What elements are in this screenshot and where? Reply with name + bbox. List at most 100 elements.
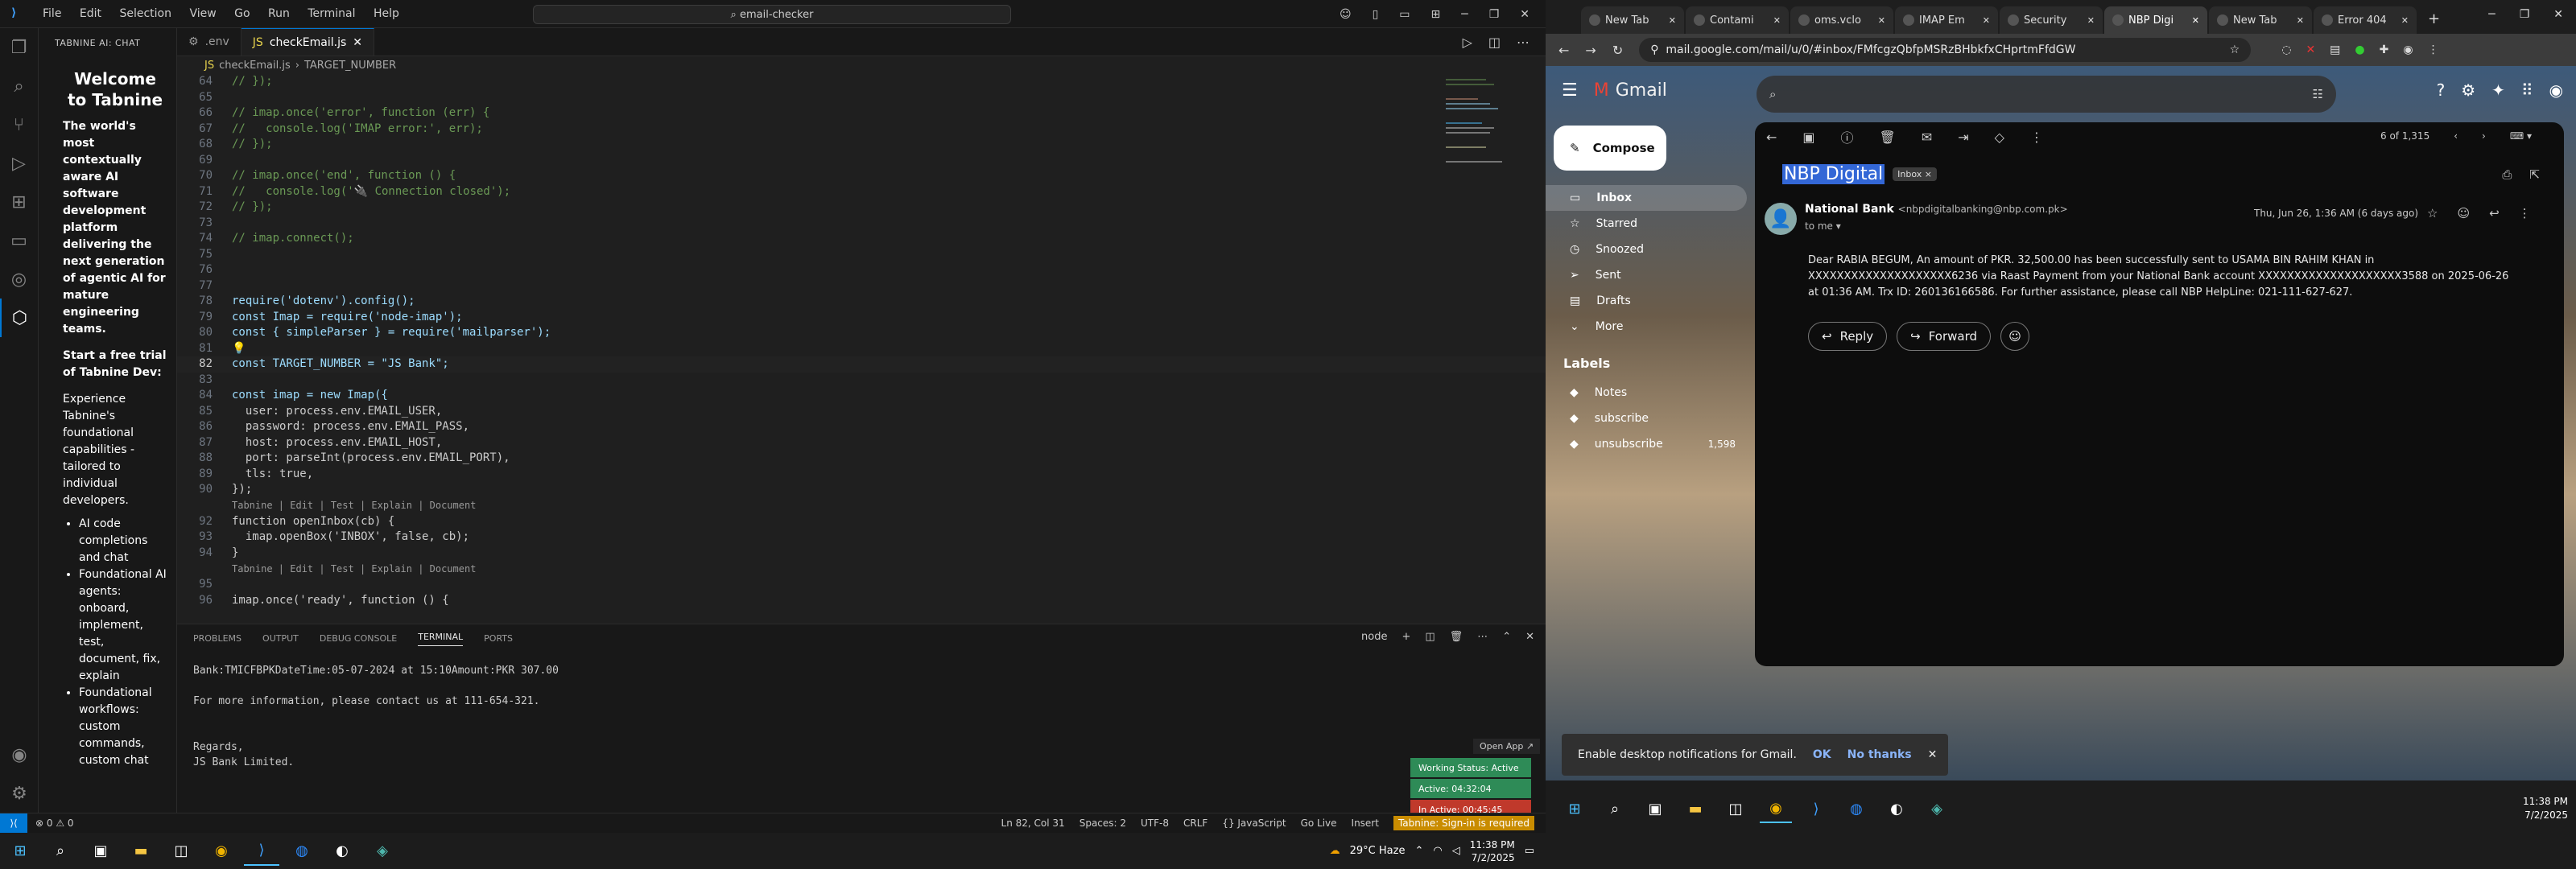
code-line[interactable]: 94} (177, 546, 1546, 562)
vscode-icon[interactable]: ⟩ (1800, 794, 1832, 823)
run-debug-icon[interactable]: ▷ (0, 144, 38, 183)
maximize-icon[interactable]: ❐ (2520, 8, 2530, 21)
report-spam-icon[interactable]: ⓘ (1841, 127, 1854, 146)
close-tab-icon[interactable]: ✕ (2401, 15, 2409, 26)
puzzle-icon[interactable]: ✚ (2380, 43, 2389, 56)
address-bar[interactable]: ⚲ mail.google.com/mail/u/0/#inbox/FMfcgz… (1639, 38, 2252, 62)
tab-debug-console[interactable]: DEBUG CONSOLE (320, 633, 397, 644)
code-line[interactable]: 69 (177, 153, 1546, 169)
search-icon[interactable]: ⌕ (1599, 794, 1631, 823)
store-icon[interactable]: ◫ (163, 837, 199, 866)
clock[interactable]: 11:38 PM 7/2/2025 (2523, 795, 2568, 822)
tab-checkemail[interactable]: JS checkEmail.js ✕ (241, 28, 375, 56)
filter-options-icon[interactable]: ☷ (2313, 87, 2336, 101)
emoji-react-icon[interactable]: ☺ (2457, 206, 2470, 220)
code-line[interactable]: 92 function openInbox(cb) { (177, 514, 1546, 530)
wifi-icon[interactable]: ◠ (1433, 845, 1442, 857)
nav-item-drafts[interactable]: ▤ Drafts (1546, 288, 1747, 314)
code-line[interactable]: 88 port: parseInt(process.env.EMAIL_PORT… (177, 451, 1546, 467)
notification-icon[interactable]: ▭ (1525, 845, 1534, 857)
star-icon[interactable]: ☆ (2427, 206, 2438, 220)
code-line[interactable]: 64 // }); (177, 74, 1546, 90)
menu-terminal[interactable]: Terminal (308, 7, 355, 20)
menu-run[interactable]: Run (268, 7, 290, 20)
tabnine-icon[interactable]: ⬡ (0, 299, 38, 337)
minimize-icon[interactable]: ─ (2488, 8, 2495, 21)
code-line[interactable]: 87 host: process.env.EMAIL_HOST, (177, 435, 1546, 451)
chevron-up-icon[interactable]: ⌃ (1414, 845, 1423, 857)
code-line[interactable]: 93 imap.openBox('INBOX', false, cb); (177, 529, 1546, 546)
code-line[interactable]: 86 password: process.env.EMAIL_PASS, (177, 419, 1546, 435)
close-tab-icon[interactable]: ✕ (2192, 15, 2199, 26)
more-icon[interactable]: ⋯ (1477, 631, 1488, 643)
print-icon[interactable]: ⎙ (2502, 167, 2512, 182)
forward-icon[interactable]: → (1585, 43, 1596, 58)
windows-start-icon[interactable]: ⊞ (2, 837, 38, 866)
app-icon[interactable]: ◐ (324, 837, 360, 866)
app-icon[interactable]: ◈ (365, 837, 400, 866)
remote-indicator-icon[interactable]: ⟩⟨ (0, 813, 27, 833)
nav-item-sent[interactable]: ➢ Sent (1546, 262, 1747, 288)
extension-icon[interactable]: ✕ (2306, 43, 2315, 56)
open-app-button[interactable]: Open App ↗ (1473, 739, 1541, 754)
code-line[interactable]: 89 tls: true, (177, 467, 1546, 483)
app-icon[interactable]: ◈ (1921, 794, 1953, 823)
label-item[interactable]: ◆ subscribe (1546, 406, 1747, 431)
close-tab-icon[interactable]: ✕ (1669, 15, 1676, 26)
tab-problems[interactable]: PROBLEMS (193, 633, 242, 644)
maximize-icon[interactable]: ❐ (1489, 8, 1500, 21)
split-editor-icon[interactable]: ◫ (1488, 35, 1501, 50)
code-line[interactable]: 67 // console.log('IMAP error:', err); (177, 121, 1546, 138)
settings-gear-icon[interactable]: ⚙ (0, 774, 39, 813)
account-icon[interactable]: ◉ (0, 735, 39, 774)
label-item[interactable]: ◆ Notes (1546, 380, 1747, 406)
toast-ok-button[interactable]: OK (1813, 748, 1831, 761)
source-control-icon[interactable]: ⑂ (0, 105, 38, 144)
tab-env[interactable]: ⚙ .env (177, 28, 242, 56)
terminal-shell-label[interactable]: node (1361, 631, 1387, 643)
browser-tab[interactable]: NBP Digi ✕ (2104, 6, 2207, 34)
code-editor[interactable]: 64 // }); 65 66 // imap.once('error', functi… (177, 74, 1546, 608)
split-terminal-icon[interactable]: ◫ (1425, 631, 1435, 643)
clock[interactable]: 11:38 PM 7/2/2025 (1470, 838, 1515, 864)
remote-icon[interactable]: ▭ (0, 221, 38, 260)
code-line[interactable]: 76 (177, 262, 1546, 278)
browser-tab[interactable]: oms.vclo ✕ (1790, 6, 1893, 34)
code-line[interactable]: 83 (177, 373, 1546, 389)
back-arrow-icon[interactable]: ← (1766, 130, 1777, 145)
indentation[interactable]: Spaces: 2 (1080, 818, 1126, 829)
delete-icon[interactable]: 🗑 (1880, 130, 1896, 145)
breadcrumb-symbol[interactable]: TARGET_NUMBER (304, 60, 396, 72)
browser-tab[interactable]: Contami ✕ (1686, 6, 1789, 34)
minimize-icon[interactable]: ─ (1461, 8, 1468, 21)
zoom-icon[interactable]: ◍ (1840, 794, 1872, 823)
vscode-icon[interactable]: ⟩ (244, 837, 279, 866)
weather-text[interactable]: 29°C Haze (1350, 845, 1406, 857)
windows-start-icon[interactable]: ⊞ (1558, 794, 1591, 823)
file-explorer-icon[interactable]: ▬ (123, 837, 159, 866)
new-tab-icon[interactable]: + (2418, 10, 2450, 34)
browser-tab[interactable]: IMAP Em ✕ (1895, 6, 1998, 34)
nav-item-inbox[interactable]: ▭ Inbox (1546, 185, 1747, 211)
maximize-panel-icon[interactable]: ⌃ (1502, 631, 1511, 643)
tab-ports[interactable]: PORTS (484, 633, 513, 644)
close-panel-icon[interactable]: ✕ (1525, 631, 1534, 643)
extensions-icon[interactable]: ⊞ (0, 183, 38, 221)
copilot-icon[interactable]: ☺ (1340, 8, 1352, 21)
extension-icon[interactable]: ● (2355, 43, 2364, 56)
code-line[interactable]: 66 // imap.once('error', function (err) { (177, 105, 1546, 121)
browser-tab[interactable]: New Tab ✕ (1581, 6, 1684, 34)
line-ending[interactable]: CRLF (1183, 818, 1208, 829)
chrome-icon[interactable]: ◉ (1760, 794, 1792, 823)
gemini-icon[interactable]: ✦ (2491, 80, 2505, 100)
forward-button[interactable]: ↪ Forward (1897, 322, 1992, 351)
encoding[interactable]: UTF-8 (1141, 818, 1169, 829)
code-line[interactable]: 65 (177, 90, 1546, 106)
menu-file[interactable]: File (43, 7, 61, 20)
open-new-window-icon[interactable]: ⇱ (2529, 167, 2540, 182)
mark-unread-icon[interactable]: ✉ (1922, 130, 1932, 145)
volume-icon[interactable]: ◁ (1452, 845, 1460, 857)
toast-no-thanks-button[interactable]: No thanks (1847, 748, 1912, 761)
code-line[interactable]: 78 require('dotenv').config(); (177, 294, 1546, 310)
code-line[interactable]: 72 // }); (177, 200, 1546, 216)
